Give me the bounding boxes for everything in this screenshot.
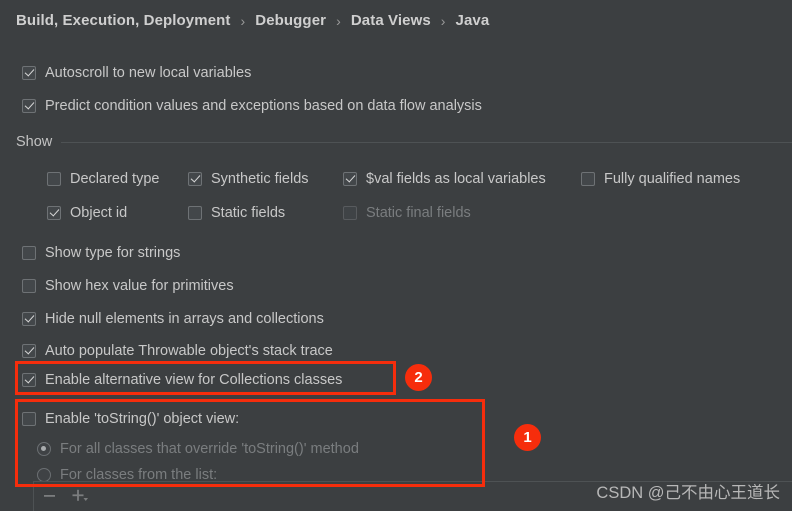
plus-dropdown-icon[interactable] [71, 488, 90, 503]
checkbox-row-show-hex-value-for-primitives[interactable]: Show hex value for primitives [22, 278, 234, 294]
checkbox-label: Declared type [70, 171, 160, 187]
checkbox-label: Autoscroll to new local variables [45, 65, 252, 81]
breadcrumb: Build, Execution, Deployment › Debugger … [16, 12, 489, 29]
breadcrumb-item-build-execution-deployment[interactable]: Build, Execution, Deployment [16, 12, 231, 29]
checkbox-icon[interactable] [188, 206, 202, 220]
checkbox-row-declared-type[interactable]: Declared type [47, 171, 159, 187]
checkbox-label: $val fields as local variables [366, 171, 546, 187]
checkbox-icon[interactable] [47, 172, 61, 186]
checkbox-label: Synthetic fields [211, 171, 309, 187]
checkbox-icon[interactable] [22, 373, 36, 387]
checkbox-icon[interactable] [343, 172, 357, 186]
breadcrumb-separator-icon: › [336, 12, 341, 29]
checkbox-label: Auto populate Throwable object's stack t… [45, 343, 333, 359]
checkbox-label: Show type for strings [45, 245, 181, 261]
checkbox-label: Predict condition values and exceptions … [45, 98, 482, 114]
show-group-header: Show [16, 134, 792, 150]
checkbox-icon[interactable] [22, 344, 36, 358]
annotation-badge-1: 1 [514, 424, 541, 451]
checkbox-label: Hide null elements in arrays and collect… [45, 311, 324, 327]
checkbox-icon[interactable] [22, 279, 36, 293]
checkbox-row-fully-qualified-names[interactable]: Fully qualified names [581, 171, 740, 187]
show-group-title: Show [16, 134, 53, 150]
checkbox-row-synthetic-fields[interactable]: Synthetic fields [188, 171, 309, 187]
checkbox-row-static-fields[interactable]: Static fields [188, 205, 285, 221]
breadcrumb-item-debugger[interactable]: Debugger [255, 12, 326, 29]
checkbox-label: Static final fields [366, 205, 471, 221]
checkbox-label: Enable alternative view for Collections … [45, 372, 343, 388]
breadcrumb-separator-icon: › [440, 12, 446, 29]
radio-icon [37, 442, 51, 456]
annotation-badge-2: 2 [405, 364, 432, 391]
radio-label: For all classes that override 'toString(… [60, 441, 359, 457]
checkbox-label: Fully qualified names [604, 171, 741, 187]
checkbox-row-show-type-for-strings[interactable]: Show type for strings [22, 245, 180, 261]
breadcrumb-separator-icon: › [240, 12, 246, 29]
checkbox-row-val-fields-as-local-variables[interactable]: $val fields as local variables [343, 171, 546, 187]
checkbox-icon[interactable] [581, 172, 595, 186]
checkbox-row-enable-alternative-view-collections[interactable]: Enable alternative view for Collections … [22, 372, 342, 388]
checkbox-label: Static fields [211, 205, 286, 221]
checkbox-row-object-id[interactable]: Object id [47, 205, 127, 221]
checkbox-icon[interactable] [47, 206, 61, 220]
checkbox-row-auto-populate-throwable-stack-trace[interactable]: Auto populate Throwable object's stack t… [22, 343, 333, 359]
class-list-toolbar [42, 488, 90, 503]
checkbox-label: Show hex value for primitives [45, 278, 234, 294]
checkbox-row-hide-null-elements[interactable]: Hide null elements in arrays and collect… [22, 311, 324, 327]
radio-icon [37, 468, 51, 482]
checkbox-label: Object id [70, 205, 128, 221]
checkbox-icon[interactable] [22, 99, 36, 113]
minus-icon[interactable] [42, 488, 57, 503]
checkbox-icon [343, 206, 357, 220]
breadcrumb-item-data-views[interactable]: Data Views [351, 12, 431, 29]
checkbox-icon[interactable] [22, 66, 36, 80]
breadcrumb-item-java[interactable]: Java [456, 12, 490, 29]
checkbox-icon[interactable] [22, 412, 36, 426]
checkbox-icon[interactable] [22, 312, 36, 326]
checkbox-icon[interactable] [22, 246, 36, 260]
checkbox-label: Enable 'toString()' object view: [45, 411, 240, 427]
checkbox-icon[interactable] [188, 172, 202, 186]
checkbox-row-static-final-fields: Static final fields [343, 205, 471, 221]
watermark: CSDN @己不由心王道长 [596, 484, 780, 502]
checkbox-row-enable-tostring-object-view[interactable]: Enable 'toString()' object view: [22, 411, 239, 427]
checkbox-row-autoscroll-new-local-variables[interactable]: Autoscroll to new local variables [22, 65, 251, 81]
horizontal-divider [61, 141, 792, 143]
radio-row-for-all-classes-override-tostring: For all classes that override 'toString(… [37, 441, 359, 457]
checkbox-row-predict-condition-values[interactable]: Predict condition values and exceptions … [22, 98, 482, 114]
